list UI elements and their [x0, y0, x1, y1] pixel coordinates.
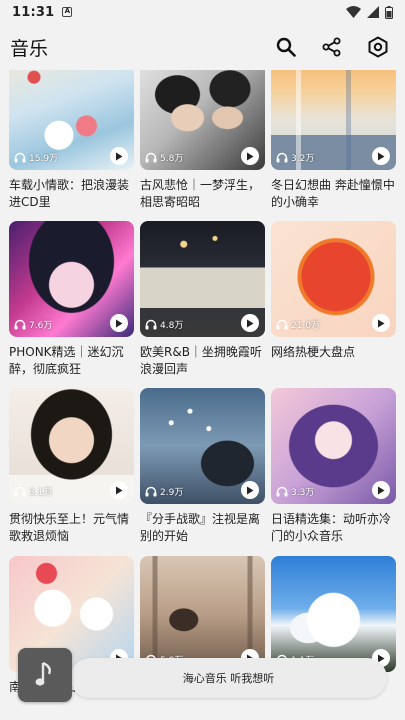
status-time: 11:31	[12, 4, 55, 20]
play-button[interactable]	[241, 481, 259, 499]
playlist-cover[interactable]: 3.2万	[271, 70, 396, 170]
headphones-icon	[145, 152, 157, 163]
play-icon	[378, 319, 385, 327]
play-button[interactable]	[110, 314, 128, 332]
playlist-cover[interactable]: 7.6万	[9, 221, 134, 337]
play-icon	[378, 152, 385, 160]
play-icon	[247, 319, 254, 327]
headphones-icon	[14, 319, 26, 330]
playlist-card[interactable]: 3.1万 贯彻快乐至上！元气情歌救退烦恼	[9, 388, 134, 545]
sim-icon: A	[62, 7, 73, 17]
headphones-icon	[276, 152, 288, 163]
playlist-title[interactable]: 『分手战歌』注视是离别的开始	[140, 511, 265, 545]
headphones-icon	[145, 486, 157, 497]
play-count: 15.9万	[29, 154, 59, 164]
play-icon	[116, 152, 123, 160]
playlist-card[interactable]: 7.6万 PHONK精选｜迷幻沉醉，彻底疯狂	[9, 221, 134, 378]
play-count: 5.8万	[160, 154, 184, 164]
play-button[interactable]	[110, 481, 128, 499]
playlist-card[interactable]: 21.0万 网络热梗大盘点	[271, 221, 396, 378]
playlist-title[interactable]: 日语精选集：动听亦冷门的小众音乐	[271, 511, 396, 545]
signal-icon	[367, 6, 379, 18]
play-button[interactable]	[241, 314, 259, 332]
headphones-icon	[14, 486, 26, 497]
app-bar: 音乐	[0, 24, 405, 70]
play-button[interactable]	[372, 481, 390, 499]
headphones-icon	[14, 152, 26, 163]
share-icon[interactable]	[319, 34, 345, 60]
play-button[interactable]	[372, 147, 390, 165]
playlist-card[interactable]: 15.9万 车载小情歌：把浪漫装进CD里	[9, 70, 134, 211]
play-count: 3.2万	[291, 154, 315, 164]
play-icon	[378, 486, 385, 494]
play-count: 21.0万	[291, 321, 321, 331]
playlist-cover[interactable]: 3.3万	[271, 388, 396, 504]
headphones-icon	[145, 319, 157, 330]
playlist-title[interactable]: 古风悲怆｜一梦浮生，相思寄昭昭	[140, 177, 265, 211]
settings-icon[interactable]	[365, 34, 391, 60]
playlist-title[interactable]: 贯彻快乐至上！元气情歌救退烦恼	[9, 511, 134, 545]
music-note-icon	[35, 661, 51, 686]
play-count: 2.9万	[160, 488, 184, 498]
play-icon	[247, 486, 254, 494]
playlist-cover[interactable]: 5.8万	[140, 70, 265, 170]
playlist-title[interactable]: PHONK精选｜迷幻沉醉，彻底疯狂	[9, 344, 134, 378]
headphones-icon	[276, 486, 288, 497]
play-button[interactable]	[241, 147, 259, 165]
playlist-grid: 15.9万 车载小情歌：把浪漫装进CD里 5.8万 古风悲怆｜一梦浮生，相思寄昭…	[0, 70, 405, 720]
playlist-title[interactable]: 网络热梗大盘点	[271, 344, 396, 378]
mini-player-bar[interactable]: 海心音乐 听我想听	[70, 658, 387, 698]
mini-player-text: 海心音乐 听我想听	[182, 672, 275, 685]
playlist-cover[interactable]: 21.0万	[271, 221, 396, 337]
wifi-icon	[346, 6, 361, 18]
play-button[interactable]	[372, 314, 390, 332]
playlist-card[interactable]: 3.2万 冬日幻想曲 奔赴憧憬中的小确幸	[271, 70, 396, 211]
play-count: 4.8万	[160, 321, 184, 331]
battery-icon	[385, 5, 393, 19]
play-count: 3.3万	[291, 488, 315, 498]
play-icon	[116, 319, 123, 327]
playlist-title[interactable]: 欧美R&B｜坐拥晚霞听浪漫回声	[140, 344, 265, 378]
search-icon[interactable]	[273, 34, 299, 60]
playlist-card[interactable]: 4.8万 欧美R&B｜坐拥晚霞听浪漫回声	[140, 221, 265, 378]
mini-player-cover[interactable]	[18, 648, 72, 702]
mini-player[interactable]: 海心音乐 听我想听	[18, 648, 387, 702]
playlist-cover[interactable]: 4.8万	[140, 221, 265, 337]
play-count: 7.6万	[29, 321, 53, 331]
playlist-cover[interactable]: 2.9万	[140, 388, 265, 504]
headphones-icon	[276, 319, 288, 330]
playlist-card[interactable]: 2.9万 『分手战歌』注视是离别的开始	[140, 388, 265, 545]
playlist-card[interactable]: 3.3万 日语精选集：动听亦冷门的小众音乐	[271, 388, 396, 545]
playlist-cover[interactable]: 3.1万	[9, 388, 134, 504]
page-title: 音乐	[10, 37, 49, 60]
play-icon	[116, 486, 123, 494]
playlist-card[interactable]: 5.8万 古风悲怆｜一梦浮生，相思寄昭昭	[140, 70, 265, 211]
play-count: 3.1万	[29, 488, 53, 498]
status-bar: 11:31 A	[0, 0, 405, 24]
play-icon	[247, 152, 254, 160]
playlist-title[interactable]: 车载小情歌：把浪漫装进CD里	[9, 177, 134, 211]
play-button[interactable]	[110, 147, 128, 165]
playlist-title[interactable]: 冬日幻想曲 奔赴憧憬中的小确幸	[271, 177, 396, 211]
playlist-cover[interactable]: 15.9万	[9, 70, 134, 170]
